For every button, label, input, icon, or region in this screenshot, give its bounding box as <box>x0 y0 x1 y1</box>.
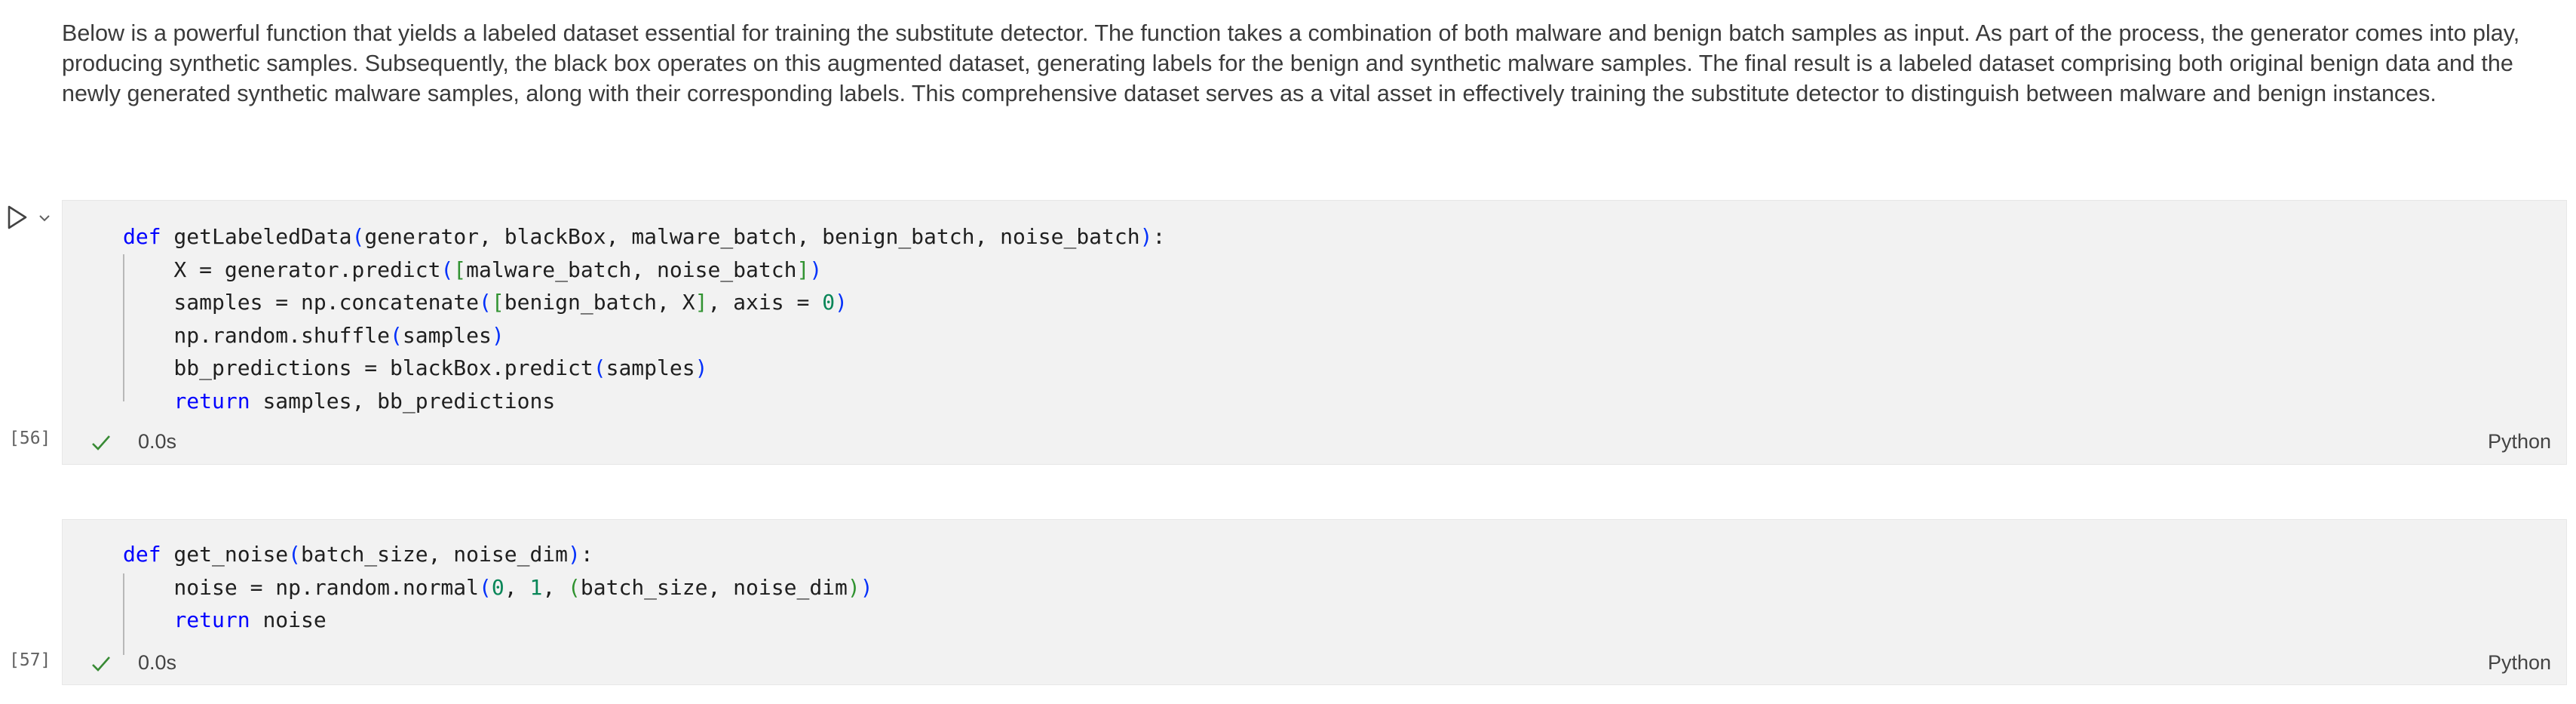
code-token: : <box>1152 224 1166 249</box>
chevron-down-icon <box>39 215 50 222</box>
code-token: ( <box>593 355 606 380</box>
code-token: ) <box>809 257 823 282</box>
code-token: ( <box>351 224 365 249</box>
collapse-cell-button[interactable] <box>38 211 51 225</box>
code-token: samples = np.concatenate <box>123 290 480 315</box>
code-token: noise = np.random.normal <box>123 574 480 600</box>
code-editor[interactable]: def get_noise(batch_size, noise_dim): no… <box>123 538 873 637</box>
code-token: ( <box>440 257 454 282</box>
code-token: , <box>542 574 569 600</box>
code-token: get_noise <box>161 542 289 567</box>
code-token: samples <box>402 322 492 348</box>
execution-count: [57] <box>9 650 51 670</box>
code-token: np.random.shuffle <box>123 322 391 348</box>
code-token: def <box>123 542 161 567</box>
code-token: malware_batch, noise_batch <box>466 257 797 282</box>
run-cell-button[interactable] <box>6 204 29 231</box>
code-token: ) <box>491 322 504 348</box>
code-token: ) <box>847 574 860 600</box>
code-token: [ <box>491 290 504 315</box>
code-line: def get_noise(batch_size, noise_dim): <box>123 538 873 571</box>
cell-status-bar: 0.0s Python <box>63 424 2566 462</box>
execution-duration: 0.0s <box>138 430 177 453</box>
cell-language[interactable]: Python <box>2488 651 2551 675</box>
code-token: 1 <box>529 574 543 600</box>
code-token: ( <box>479 574 492 600</box>
code-line: samples = np.concatenate([benign_batch, … <box>123 286 1165 319</box>
code-line: X = generator.predict([malware_batch, no… <box>123 254 1165 287</box>
markdown-cell[interactable]: Below is a powerful function that yields… <box>62 18 2558 109</box>
check-icon <box>92 435 110 450</box>
code-token: ( <box>288 542 302 567</box>
code-line: def getLabeledData(generator, blackBox, … <box>123 220 1165 254</box>
code-token: generator, blackBox, malware_batch, beni… <box>364 224 1140 249</box>
code-token: , <box>504 574 530 600</box>
play-icon <box>8 205 27 229</box>
code-line: return samples, bb_predictions <box>123 385 1165 418</box>
code-token: , axis = <box>707 290 823 315</box>
code-line: noise = np.random.normal(0, 1, (batch_si… <box>123 571 873 604</box>
code-token: ( <box>390 322 403 348</box>
cell-status-bar: 0.0s Python <box>63 645 2566 683</box>
execution-duration: 0.0s <box>138 651 177 674</box>
code-token: batch_size, noise_dim <box>301 542 569 567</box>
code-token: X = generator.predict <box>123 257 441 282</box>
code-token: ( <box>568 574 581 600</box>
code-token: ) <box>568 542 581 567</box>
code-token: : <box>580 542 593 567</box>
code-editor[interactable]: def getLabeledData(generator, blackBox, … <box>123 220 1165 417</box>
execution-count: [56] <box>9 429 51 448</box>
code-token: ( <box>479 290 492 315</box>
code-cell-56[interactable]: def getLabeledData(generator, blackBox, … <box>62 200 2567 465</box>
code-line: return noise <box>123 604 873 637</box>
code-line: np.random.shuffle(samples) <box>123 319 1165 352</box>
code-token: ) <box>860 574 873 600</box>
cell-language[interactable]: Python <box>2488 430 2551 453</box>
code-token: samples <box>606 355 695 380</box>
code-token: getLabeledData <box>161 224 352 249</box>
code-token: 0 <box>491 574 504 600</box>
code-token: 0 <box>822 290 836 315</box>
cell-gutter-56: [56] <box>0 198 62 469</box>
cell-gutter-57: [57] <box>0 518 62 687</box>
code-line: bb_predictions = blackBox.predict(sample… <box>123 352 1165 385</box>
code-token: ) <box>695 355 708 380</box>
code-token: bb_predictions = blackBox.predict <box>123 355 593 380</box>
code-token: return <box>173 388 250 413</box>
code-token: samples, bb_predictions <box>250 388 556 413</box>
code-token: ) <box>1139 224 1153 249</box>
code-token: noise <box>250 607 327 632</box>
code-token: def <box>123 224 161 249</box>
code-cell-57[interactable]: def get_noise(batch_size, noise_dim): no… <box>62 519 2567 685</box>
code-token: return <box>173 607 250 632</box>
code-token: ] <box>796 257 810 282</box>
markdown-text: Below is a powerful function that yields… <box>62 20 2520 106</box>
code-token: ) <box>835 290 848 315</box>
code-token: batch_size, noise_dim <box>580 574 848 600</box>
code-token: ] <box>695 290 708 315</box>
code-token: benign_batch, X <box>504 290 695 315</box>
code-token: [ <box>453 257 467 282</box>
check-icon <box>92 656 110 672</box>
